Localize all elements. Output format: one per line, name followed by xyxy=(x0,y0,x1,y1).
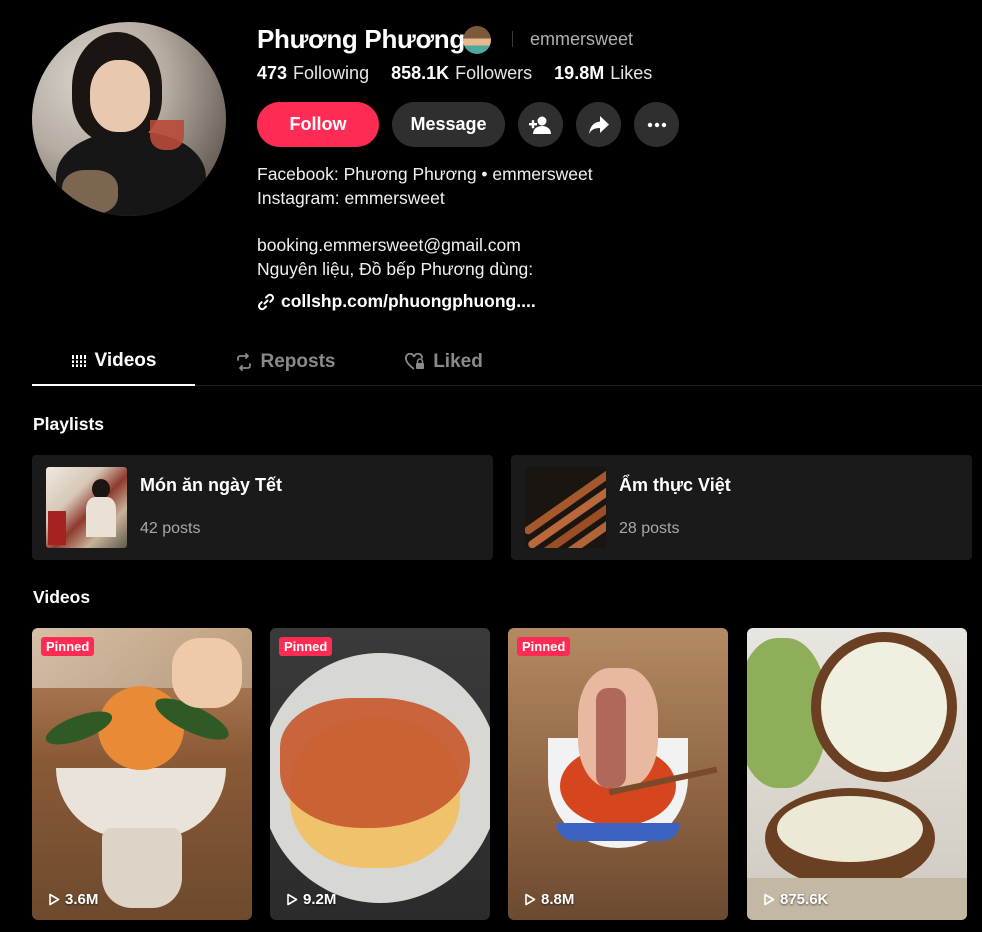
pinned-badge: Pinned xyxy=(517,637,571,656)
message-button[interactable]: Message xyxy=(392,102,505,147)
playlist-thumbnail xyxy=(46,467,127,548)
pinned-badge: Pinned xyxy=(279,637,333,656)
stat-label: Followers xyxy=(455,63,533,83)
view-count: 8.8M xyxy=(524,891,574,908)
stat-likes: 19.8M Likes xyxy=(554,63,652,84)
stat-label: Following xyxy=(293,63,370,83)
profile-actions: Follow Message xyxy=(257,102,679,147)
playlist-thumbnail xyxy=(525,467,606,548)
tab-label: Reposts xyxy=(260,351,336,372)
avatar-face xyxy=(90,60,150,132)
playlist-count: 28 posts xyxy=(619,520,680,537)
heart-lock-icon xyxy=(405,353,425,370)
tab-liked[interactable]: Liked xyxy=(379,338,509,386)
video-card[interactable]: 875.6K xyxy=(747,628,967,920)
profile-link[interactable]: collshp.com/phuongphuong.... xyxy=(257,291,536,312)
add-user-icon xyxy=(528,116,551,134)
repost-icon xyxy=(236,353,251,371)
share-arrow-icon xyxy=(588,115,609,134)
playlist-card[interactable]: Món ăn ngày Tết 42 posts xyxy=(32,455,493,560)
stat-value: 473 xyxy=(257,63,288,83)
view-count: 9.2M xyxy=(286,891,336,908)
play-icon xyxy=(764,893,775,906)
name-divider xyxy=(512,31,513,47)
grid-icon xyxy=(70,355,87,367)
view-count: 3.6M xyxy=(48,891,98,908)
playlist-count: 42 posts xyxy=(140,520,201,537)
view-count-text: 9.2M xyxy=(303,891,337,908)
view-count: 875.6K xyxy=(763,891,828,908)
tab-videos[interactable]: Videos xyxy=(32,338,195,386)
videos-heading: Videos xyxy=(33,587,91,607)
avatar-teacup xyxy=(150,120,184,150)
video-card[interactable]: Pinned 9.2M xyxy=(270,628,490,920)
view-count-text: 8.8M xyxy=(541,891,575,908)
bio-line: Instagram: emmersweet xyxy=(257,188,445,208)
bio-line: Facebook: Phương Phương • emmersweet xyxy=(257,164,593,184)
person-emoji-icon xyxy=(463,26,491,54)
more-dots-icon xyxy=(647,122,666,127)
tab-label: Liked xyxy=(433,351,483,372)
playlist-card[interactable]: Ẩm thực Việt 28 posts xyxy=(511,455,972,560)
bio-line: booking.emmersweet@gmail.com xyxy=(257,235,521,255)
add-friend-button[interactable] xyxy=(518,102,563,147)
play-icon xyxy=(49,893,60,906)
video-card[interactable]: Pinned 3.6M xyxy=(32,628,252,920)
link-text: collshp.com/phuongphuong.... xyxy=(281,291,536,311)
play-icon xyxy=(287,893,298,906)
playlist-title: Món ăn ngày Tết xyxy=(140,475,283,495)
stat-following[interactable]: 473 Following xyxy=(257,63,369,84)
tab-reposts[interactable]: Reposts xyxy=(195,338,375,386)
link-icon xyxy=(258,293,274,310)
profile-name: Phương Phương xyxy=(257,24,465,54)
playlist-title: Ẩm thực Việt xyxy=(619,475,731,495)
more-options-button[interactable] xyxy=(634,102,679,147)
avatar-teapot xyxy=(62,170,118,214)
content-tabs: Videos Reposts Liked xyxy=(32,338,982,386)
follow-button[interactable]: Follow xyxy=(257,102,379,147)
pinned-badge: Pinned xyxy=(41,637,95,656)
profile-handle: emmersweet xyxy=(530,29,634,49)
bio-line: Nguyên liệu, Đồ bếp Phương dùng: xyxy=(257,259,534,279)
view-count-text: 3.6M xyxy=(65,891,99,908)
tab-label: Videos xyxy=(94,350,157,371)
stat-followers[interactable]: 858.1K Followers xyxy=(391,63,532,84)
stat-label: Likes xyxy=(610,63,653,83)
profile-stats: 473 Following 858.1K Followers 19.8M Likes xyxy=(257,63,652,84)
view-count-text: 875.6K xyxy=(780,891,829,908)
video-card[interactable]: Pinned 8.8M xyxy=(508,628,728,920)
playlists-heading: Playlists xyxy=(33,414,105,434)
profile-avatar[interactable] xyxy=(32,22,226,216)
stat-value: 858.1K xyxy=(391,63,450,83)
play-icon xyxy=(525,893,536,906)
stat-value: 19.8M xyxy=(554,63,605,83)
profile-bio: Facebook: Phương Phương • emmersweet Ins… xyxy=(257,162,593,281)
share-button[interactable] xyxy=(576,102,621,147)
